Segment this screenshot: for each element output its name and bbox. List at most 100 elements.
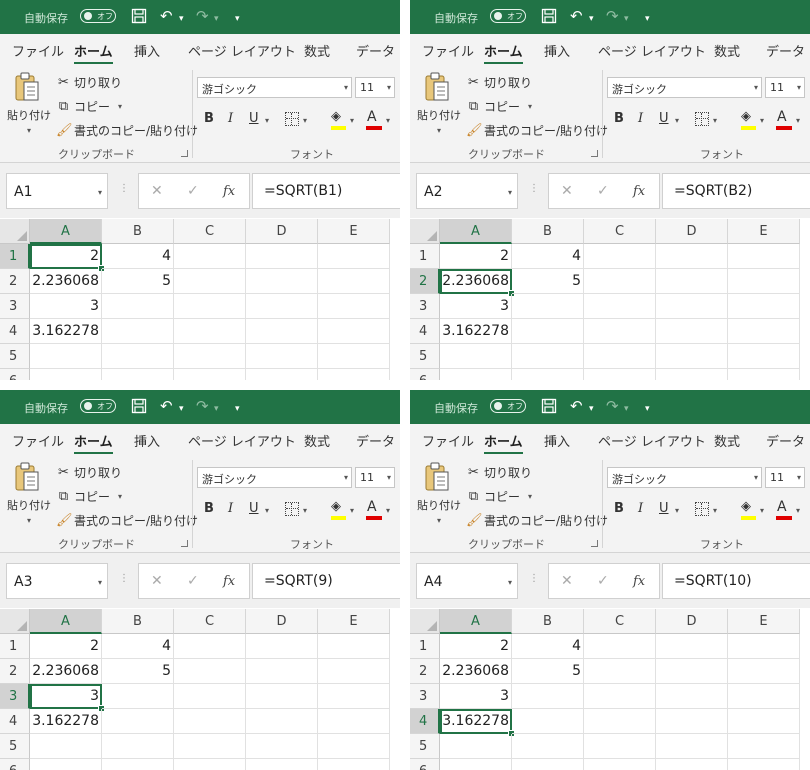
column-header-B[interactable]: B	[512, 219, 584, 244]
row-header-1[interactable]: 1	[410, 634, 440, 659]
column-header-C[interactable]: C	[174, 219, 246, 244]
cell-E2[interactable]	[728, 659, 800, 684]
cell-B3[interactable]	[512, 684, 584, 709]
customize-toolbar-icon[interactable]: ▾	[645, 10, 650, 28]
font-name-select[interactable]: 游ゴシック ▾	[607, 467, 762, 488]
column-header-B[interactable]: B	[102, 219, 174, 244]
clipboard-launcher-icon[interactable]	[591, 150, 598, 157]
cell-E1[interactable]	[318, 634, 390, 659]
cell-C4[interactable]	[584, 709, 656, 734]
paste-dropdown-icon[interactable]: ▾	[437, 516, 441, 525]
copy-button[interactable]: ⧉ コピー ▾	[466, 488, 532, 505]
cell-C4[interactable]	[584, 319, 656, 344]
redo-dropdown-icon[interactable]: ▾	[214, 10, 219, 28]
tab-5[interactable]: データ	[766, 431, 805, 450]
copy-button[interactable]: ⧉ コピー ▾	[56, 98, 122, 115]
row-header-2[interactable]: 2	[0, 659, 30, 684]
row-header-6[interactable]: 6	[0, 369, 30, 380]
borders-icon[interactable]	[695, 502, 709, 516]
cell-D1[interactable]	[246, 634, 318, 659]
row-header-1[interactable]: 1	[410, 244, 440, 269]
row-header-4[interactable]: 4	[0, 709, 30, 734]
underline-button[interactable]: U	[249, 501, 259, 516]
format-painter-button[interactable]: 🖌 書式のコピー/貼り付け	[56, 512, 198, 529]
cell-B6[interactable]	[512, 369, 584, 380]
format-painter-button[interactable]: 🖌 書式のコピー/貼り付け	[56, 122, 198, 139]
column-header-D[interactable]: D	[656, 219, 728, 244]
cell-C1[interactable]	[174, 634, 246, 659]
font-name-select[interactable]: 游ゴシック ▾	[197, 467, 352, 488]
italic-button[interactable]: I	[638, 111, 643, 126]
cell-C6[interactable]	[174, 369, 246, 380]
drag-handle-icon[interactable]: ⋮	[529, 573, 539, 584]
cell-E5[interactable]	[728, 734, 800, 759]
customize-toolbar-icon[interactable]: ▾	[235, 400, 240, 418]
paste-icon[interactable]	[424, 71, 450, 103]
cell-D4[interactable]	[656, 319, 728, 344]
cell-D2[interactable]	[656, 269, 728, 294]
cell-A3[interactable]: 3	[440, 294, 512, 319]
cell-A4[interactable]: 3.162278	[440, 319, 512, 344]
cell-E4[interactable]	[318, 709, 390, 734]
row-header-5[interactable]: 5	[0, 344, 30, 369]
cell-A1[interactable]: 2	[440, 244, 512, 269]
row-header-6[interactable]: 6	[0, 759, 30, 770]
cell-C1[interactable]	[174, 244, 246, 269]
cell-C3[interactable]	[584, 684, 656, 709]
cell-A2[interactable]: 2.236068	[440, 269, 512, 294]
cell-E4[interactable]	[728, 709, 800, 734]
drag-handle-icon[interactable]: ⋮	[119, 573, 129, 584]
copy-button[interactable]: ⧉ コピー ▾	[466, 98, 532, 115]
format-painter-button[interactable]: 🖌 書式のコピー/貼り付け	[466, 122, 608, 139]
clipboard-launcher-icon[interactable]	[181, 540, 188, 547]
bold-button[interactable]: B	[614, 501, 624, 516]
customize-toolbar-icon[interactable]: ▾	[235, 10, 240, 28]
column-header-D[interactable]: D	[246, 219, 318, 244]
column-header-A[interactable]: A	[30, 219, 102, 244]
enter-icon[interactable]: ✓	[597, 573, 609, 589]
formula-input[interactable]: =SQRT(10)	[662, 563, 810, 599]
cell-B5[interactable]	[102, 344, 174, 369]
undo-icon[interactable]: ↶	[160, 397, 173, 415]
undo-icon[interactable]: ↶	[160, 7, 173, 25]
drag-handle-icon[interactable]: ⋮	[529, 183, 539, 194]
cell-D5[interactable]	[656, 734, 728, 759]
cell-D4[interactable]	[246, 709, 318, 734]
cell-A5[interactable]	[30, 734, 102, 759]
undo-dropdown-icon[interactable]: ▾	[589, 10, 594, 28]
cut-button[interactable]: ✂ 切り取り	[56, 74, 122, 91]
insert-function-icon[interactable]: fx	[633, 184, 645, 199]
cell-A6[interactable]	[440, 759, 512, 770]
paste-button[interactable]: 貼り付け	[417, 497, 461, 513]
customize-toolbar-icon[interactable]: ▾	[645, 400, 650, 418]
italic-button[interactable]: I	[638, 501, 643, 516]
autosave-toggle[interactable]: オフ	[80, 9, 116, 23]
tab-2[interactable]: 挿入	[134, 41, 160, 60]
enter-icon[interactable]: ✓	[187, 573, 199, 589]
redo-dropdown-icon[interactable]: ▾	[624, 400, 629, 418]
cell-B6[interactable]	[102, 369, 174, 380]
font-color-button[interactable]: A	[367, 499, 377, 515]
cell-E6[interactable]	[318, 369, 390, 380]
cell-B4[interactable]	[512, 709, 584, 734]
redo-icon[interactable]: ↷	[196, 7, 209, 25]
save-icon[interactable]	[131, 7, 147, 24]
paste-icon[interactable]	[424, 461, 450, 493]
cell-C4[interactable]	[174, 709, 246, 734]
fill-dropdown-icon[interactable]: ▾	[350, 116, 354, 125]
tab-4[interactable]: 数式	[714, 431, 740, 450]
tab-5[interactable]: データ	[356, 41, 395, 60]
cell-E1[interactable]	[728, 634, 800, 659]
cell-E6[interactable]	[728, 369, 800, 380]
tab-4[interactable]: 数式	[304, 41, 330, 60]
row-header-2[interactable]: 2	[410, 269, 440, 294]
cell-B1[interactable]: 4	[102, 244, 174, 269]
cell-D1[interactable]	[656, 244, 728, 269]
column-header-B[interactable]: B	[102, 609, 174, 634]
cell-D1[interactable]	[656, 634, 728, 659]
underline-dropdown-icon[interactable]: ▾	[675, 116, 679, 125]
row-header-3[interactable]: 3	[0, 684, 30, 709]
cell-E2[interactable]	[318, 269, 390, 294]
cell-E5[interactable]	[728, 344, 800, 369]
cell-E6[interactable]	[318, 759, 390, 770]
